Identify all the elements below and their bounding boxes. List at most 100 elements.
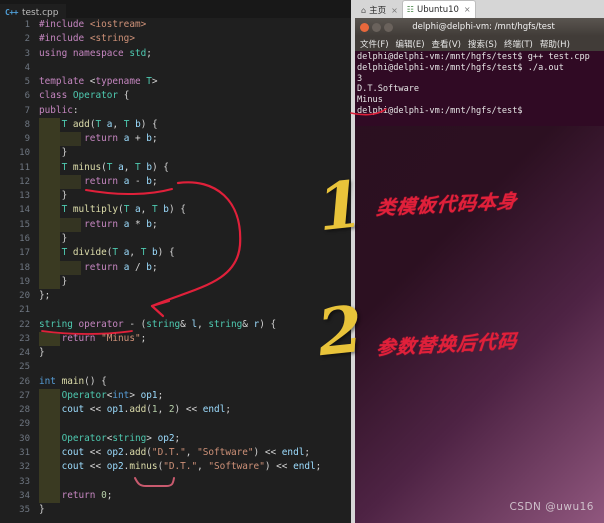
code-line[interactable]: 23 return "Minus"; [0, 331, 351, 347]
code-line[interactable]: 33 [0, 474, 351, 489]
line-code: class Operator { [39, 90, 130, 102]
code-line[interactable]: 21 [0, 303, 351, 317]
code-line[interactable]: 8 T add(T a, T b) { [0, 117, 351, 133]
code-line[interactable]: 15 return a * b; [0, 217, 351, 232]
code-lines-container[interactable]: 1 #include <iostream> 2 #include <string> 3 u… [0, 18, 351, 523]
code-line[interactable]: 11 T minus(T a, T b) { [0, 160, 351, 175]
line-code: #include <string> [39, 33, 135, 45]
line-number: 2 [24, 34, 30, 45]
code-line[interactable]: 4 [0, 61, 351, 75]
home-icon: ⌂ [361, 5, 367, 15]
line-number: 29 [19, 419, 30, 430]
line-code: T multiply(T a, T b) { [61, 204, 186, 216]
code-line[interactable]: 14 T multiply(T a, T b) { [0, 203, 351, 218]
menu-item-view[interactable]: 查看(V) [432, 38, 461, 50]
code-line[interactable]: 24} [0, 346, 351, 360]
line-code: #include <iostream> [39, 19, 147, 30]
browser-tabstrip: ⌂ 主页 × ☷ Ubuntu10 × [355, 0, 604, 18]
minimize-button[interactable] [372, 22, 381, 32]
line-number: 32 [19, 462, 30, 473]
code-line[interactable]: 7 public: [0, 104, 351, 118]
line-code: public: [39, 104, 79, 116]
line-code: } [61, 232, 68, 244]
close-icon[interactable]: × [391, 6, 398, 15]
line-code: T minus(T a, T b) { [61, 161, 169, 173]
code-line[interactable]: 6 class Operator { [0, 89, 351, 103]
line-number: 25 [19, 362, 30, 373]
code-line[interactable]: 13 } [0, 189, 351, 204]
menu-item-edit[interactable]: 编辑(E) [396, 38, 425, 50]
menu-item-search[interactable]: 搜索(S) [468, 38, 497, 50]
code-line[interactable]: 18 return a / b; [0, 260, 351, 275]
browser-tab-home[interactable]: ⌂ 主页 × [357, 2, 402, 18]
code-line[interactable]: 12 return a - b; [0, 174, 351, 190]
line-code: return a * b; [84, 218, 158, 230]
code-line[interactable]: 22 string operator - (string& l, string& … [0, 318, 351, 332]
line-code: return "Minus"; [61, 332, 147, 344]
line-code: template <typename T> [39, 76, 158, 88]
browser-tab-ubuntu10[interactable]: ☷ Ubuntu10 × [401, 0, 476, 18]
terminal-titlebar[interactable]: delphi@delphi-vm: /mnt/hgfs/test [355, 18, 604, 36]
close-icon[interactable]: × [464, 5, 471, 14]
line-number: 5 [24, 77, 30, 88]
line-number: 21 [19, 305, 30, 316]
line-code: string operator - (string& l, string& r)… [39, 318, 277, 330]
line-code: cout << op2.minus("D.T.", "Software") <<… [61, 461, 322, 473]
line-code: T divide(T a, T b) { [61, 247, 175, 259]
line-code: cout << op1.add(1, 2) << endl; [61, 404, 231, 416]
line-code: } [61, 275, 68, 287]
code-line[interactable]: 16 } [0, 231, 351, 247]
line-number: 22 [19, 319, 30, 330]
code-line[interactable]: 19 } [0, 274, 351, 290]
cpp-file-icon: C++ [5, 8, 18, 17]
line-number: 14 [19, 205, 30, 216]
code-line[interactable]: 9 return a + b; [0, 132, 351, 147]
line-number: 11 [19, 162, 30, 173]
line-number: 19 [19, 276, 30, 287]
maximize-button[interactable] [384, 22, 393, 32]
code-line[interactable]: 25 [0, 360, 351, 374]
code-editor-pane: C++ test.cpp 1 #include <iostream> 2 #inclu… [0, 0, 355, 523]
code-line[interactable]: 29 [0, 417, 351, 432]
code-line[interactable]: 35} [0, 503, 351, 517]
line-number: 3 [24, 48, 30, 59]
line-number: 4 [24, 62, 30, 73]
line-code: Operator<string> op2; [61, 432, 181, 444]
code-line[interactable]: 31 cout << op2.add("D.T.", "Software") <… [0, 445, 351, 461]
editor-tabbar: C++ test.cpp [0, 0, 355, 22]
line-number: 35 [19, 505, 30, 516]
line-number: 9 [24, 134, 30, 145]
code-line[interactable]: 28 cout << op1.add(1, 2) << endl; [0, 403, 351, 418]
code-line[interactable]: 17 T divide(T a, T b) { [0, 246, 351, 261]
browser-tab-home-label: 主页 [369, 6, 387, 16]
code-line[interactable]: 1 #include <iostream> [0, 18, 351, 32]
code-line[interactable]: 20}; [0, 289, 351, 303]
menu-item-file[interactable]: 文件(F) [360, 38, 389, 50]
line-number: 15 [19, 219, 30, 230]
line-number: 1 [24, 20, 30, 30]
terminal-output[interactable]: delphi@delphi-vm:/mnt/hgfs/test$ g++ tes… [355, 51, 604, 117]
line-number: 13 [19, 191, 30, 202]
close-button[interactable] [360, 22, 369, 32]
code-line[interactable]: 34 return 0; [0, 488, 351, 504]
line-number: 23 [19, 333, 30, 344]
menu-item-help[interactable]: 帮助(H) [540, 38, 570, 50]
code-line[interactable]: 30 Operator<string> op2; [0, 431, 351, 446]
line-number: 18 [19, 262, 30, 273]
line-number: 7 [24, 105, 30, 116]
line-code: } [39, 504, 45, 516]
line-number: 30 [19, 433, 30, 444]
browser-tab-ubuntu10-label: Ubuntu10 [416, 4, 459, 15]
line-number: 27 [19, 390, 30, 401]
code-line[interactable]: 27 Operator<int> op1; [0, 388, 351, 404]
code-line[interactable]: 26 int main() { [0, 375, 351, 389]
code-line[interactable]: 32 cout << op2.minus("D.T.", "Software")… [0, 460, 351, 475]
line-code: return a - b; [84, 175, 158, 187]
line-number: 24 [19, 348, 30, 359]
code-line[interactable]: 5 template <typename T> [0, 75, 351, 89]
code-line[interactable]: 10 } [0, 146, 351, 161]
line-number: 10 [19, 148, 30, 159]
menu-item-terminal[interactable]: 终端(T) [504, 38, 533, 50]
code-line[interactable]: 2 #include <string> [0, 32, 351, 46]
code-line[interactable]: 3 using namespace std; [0, 47, 351, 61]
